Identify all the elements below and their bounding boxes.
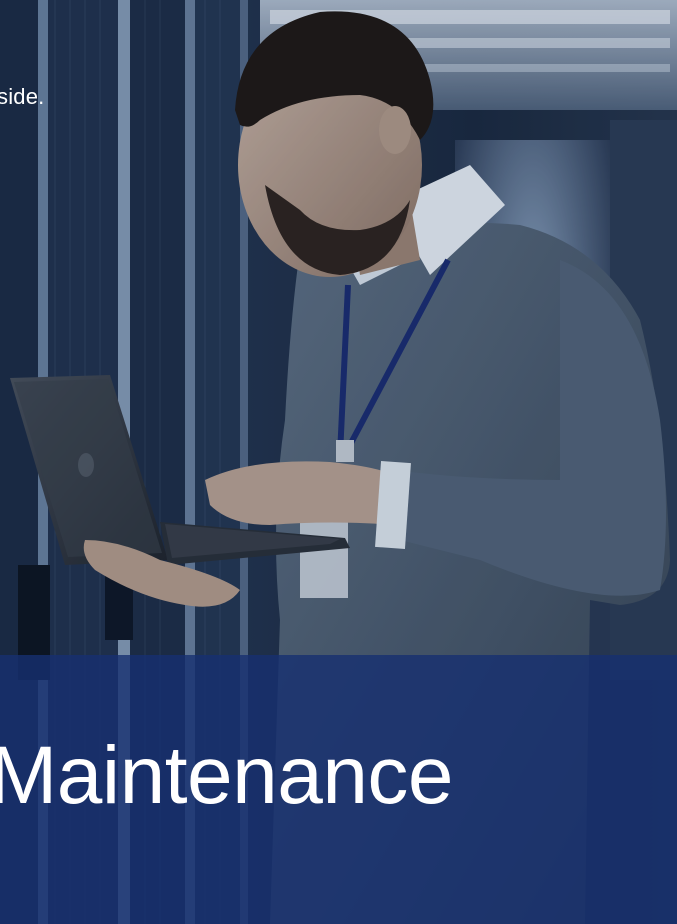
- cropped-intro-text: side.: [0, 84, 45, 109]
- banner-title: Maintenance: [0, 730, 454, 821]
- hero-section: side. Maintenance: [0, 0, 677, 924]
